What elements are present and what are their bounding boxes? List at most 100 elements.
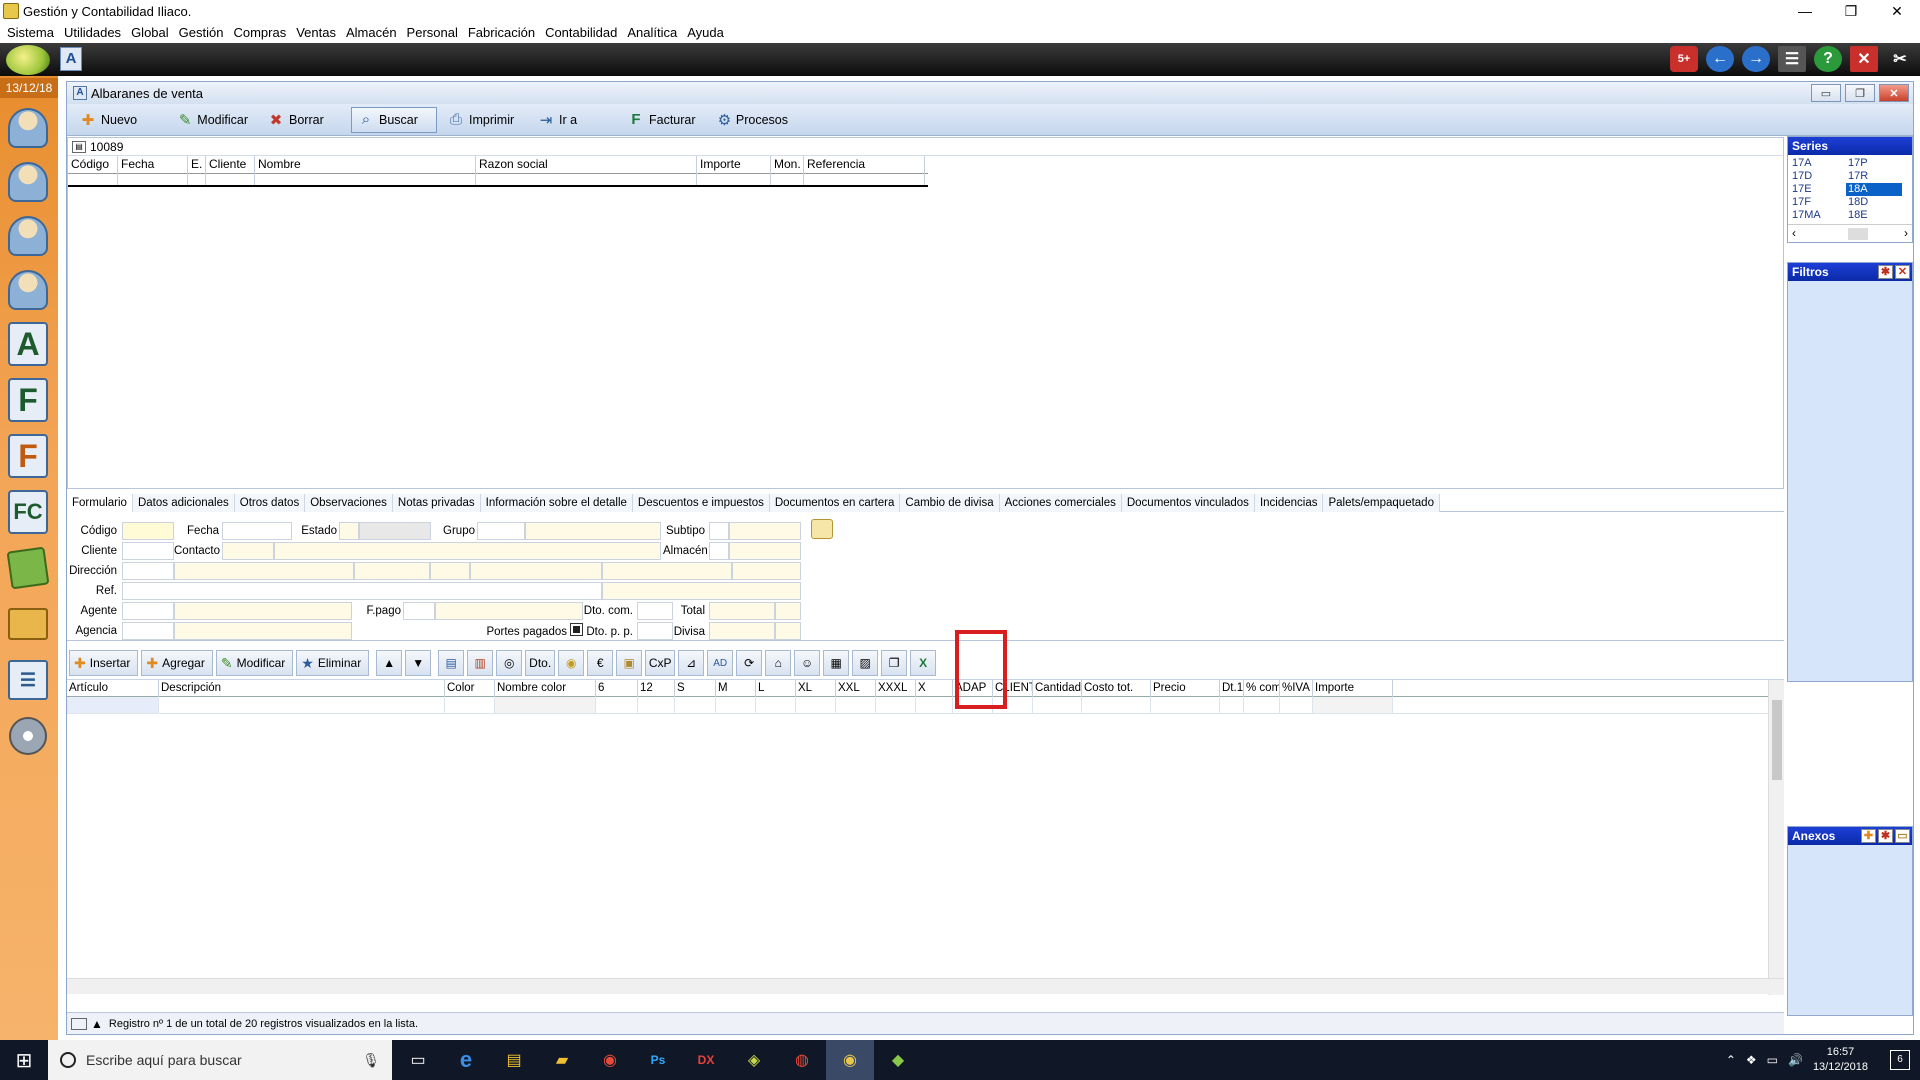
col-importe-linea[interactable]: Importe [1313,680,1393,697]
direccion-pais-field[interactable] [602,562,732,580]
col-talla-s[interactable]: S [675,680,716,697]
menu-contabilidad[interactable]: Contabilidad [542,25,624,40]
books-button[interactable]: ▥ [467,650,494,676]
gestion-app-icon[interactable]: ◉ [826,1040,874,1080]
series-item[interactable]: 17D [1790,170,1846,183]
col-talla-6[interactable]: 6 [596,680,638,697]
buscar-button[interactable]: ⌕ Buscar [351,106,437,133]
anexo-folder-icon[interactable]: ▭ [1895,829,1910,843]
col-talla-l[interactable]: L [756,680,796,697]
folder-icon[interactable] [5,600,51,648]
clock[interactable]: 16:57 13/12/2018 [1813,1045,1868,1075]
direccion-extra-field[interactable] [732,562,801,580]
detail-row[interactable] [67,697,1784,714]
disc-button[interactable]: ◎ [496,650,523,676]
series-item[interactable]: 17P [1846,157,1902,170]
col-talla-xxl[interactable]: XXL [836,680,876,697]
series-item[interactable]: 17A [1790,157,1846,170]
letter-a-rail-icon[interactable]: A [5,320,51,368]
col-dt1[interactable]: Dt.1 [1220,680,1244,697]
person-a-icon[interactable] [5,266,51,314]
col-importe[interactable]: Importe [697,156,771,174]
letter-f-orange-icon[interactable]: F [5,432,51,480]
agregar-button[interactable]: ✚ Agregar [141,650,213,676]
anexo-tools-icon[interactable]: ✱ [1878,829,1893,843]
person-r-icon[interactable] [5,212,51,260]
volume-icon[interactable]: 🔊 [1788,1053,1803,1067]
anexo-add-icon[interactable]: ✚ [1861,829,1876,843]
window-restore-button[interactable]: ❐ [1845,84,1875,102]
modificar-button[interactable]: ✎ Modificar [171,107,257,133]
action-center-icon[interactable]: 6 [1890,1050,1910,1070]
tray-chevron-icon[interactable]: ⌃ [1726,1053,1736,1067]
almacen-code-field[interactable] [709,542,729,560]
divisa-field[interactable] [709,622,775,640]
tab-documentos-vinculados[interactable]: Documentos vinculados [1121,494,1255,512]
maximize-button[interactable]: ❐ [1828,0,1874,22]
col-estado[interactable]: E. [188,156,206,174]
col-costo-tot[interactable]: Costo tot. [1082,680,1151,697]
col-cliente[interactable]: Cliente [206,156,255,174]
dto-com-field[interactable] [637,602,673,620]
col-cantidad[interactable]: Cantidad [1033,680,1082,697]
tab-incidencias[interactable]: Incidencias [1254,494,1324,512]
window-minimize-button[interactable]: ▭ [1811,84,1841,102]
grupo-code-field[interactable] [477,522,525,540]
disc-icon[interactable] [5,712,51,760]
close-session-icon[interactable]: ✕ [1850,46,1878,72]
dto-button[interactable]: Dto. [525,650,556,676]
letter-f-rail-icon[interactable]: F [5,376,51,424]
move-up-button[interactable]: ▲ [376,650,403,676]
chevron-left-icon[interactable]: ‹ [1792,226,1796,240]
direccion-field[interactable] [174,562,354,580]
series-item[interactable]: 17R [1846,170,1902,183]
col-talla-xxxl[interactable]: XXXL [876,680,916,697]
col-articulo[interactable]: Artículo [67,680,159,697]
col-referencia[interactable]: Referencia [804,156,925,174]
close-button[interactable]: ✕ [1874,0,1920,22]
file-explorer-icon[interactable]: ▰ [538,1040,586,1080]
task-view-icon[interactable]: ▭ [394,1040,442,1080]
col-nombre[interactable]: Nombre [255,156,476,174]
microphone-icon[interactable]: 🎙 [362,1052,380,1069]
window-close-button[interactable]: ✕ [1879,84,1909,102]
insertar-button[interactable]: ✚ Insertar [69,650,139,676]
menu-gestion[interactable]: Gestión [176,25,231,40]
hat-button[interactable]: ⌂ [765,650,792,676]
help-icon[interactable]: ? [1814,46,1842,72]
col-color[interactable]: Color [445,680,495,697]
detail-vertical-scrollbar[interactable] [1768,680,1784,995]
coins-button[interactable]: ◉ [558,650,585,676]
tab-datos-adicionales[interactable]: Datos adicionales [132,494,235,512]
menu-compras[interactable]: Compras [230,25,293,40]
col-talla-m[interactable]: M [716,680,756,697]
estado-code-field[interactable] [339,522,359,540]
print-form-icon[interactable] [811,519,833,539]
windows-start-icon[interactable]: ⊞ [0,1040,48,1080]
modificar-linea-button[interactable]: ✎ Modificar [215,650,294,676]
tab-informacion-detalle[interactable]: Información sobre el detalle [480,494,633,512]
app-icon-3[interactable]: ◆ [874,1040,922,1080]
tab-formulario[interactable]: Formulario [67,494,133,512]
subtipo-code-field[interactable] [709,522,729,540]
excel-button[interactable]: X [910,650,937,676]
ref-field[interactable] [122,582,602,600]
taskbar-search[interactable]: Escribe aquí para buscar 🎙 [48,1040,392,1080]
dto-pp-field[interactable] [637,622,673,640]
tab-descuentos-impuestos[interactable]: Descuentos e impuestos [632,494,770,512]
series-item[interactable]: 18E [1846,209,1902,222]
series-scrollbar[interactable]: ‹ › [1788,224,1912,242]
filter-clear-icon[interactable]: ✕ [1895,265,1910,279]
back-arrow-icon[interactable]: ← [1706,46,1734,72]
menu-analitica[interactable]: Analítica [624,25,684,40]
col-descripcion[interactable]: Descripción [159,680,445,697]
col-fecha[interactable]: Fecha [118,156,188,174]
fecha-field[interactable] [222,522,292,540]
letter-fc-icon[interactable]: FC [5,488,51,536]
table-row[interactable] [68,174,928,187]
direccion-code-field[interactable] [122,562,174,580]
col-com[interactable]: % com. [1244,680,1280,697]
col-talla-x[interactable]: X [916,680,953,697]
col-razon-social[interactable]: Razon social [476,156,697,174]
chrome-icon[interactable]: ◉ [586,1040,634,1080]
